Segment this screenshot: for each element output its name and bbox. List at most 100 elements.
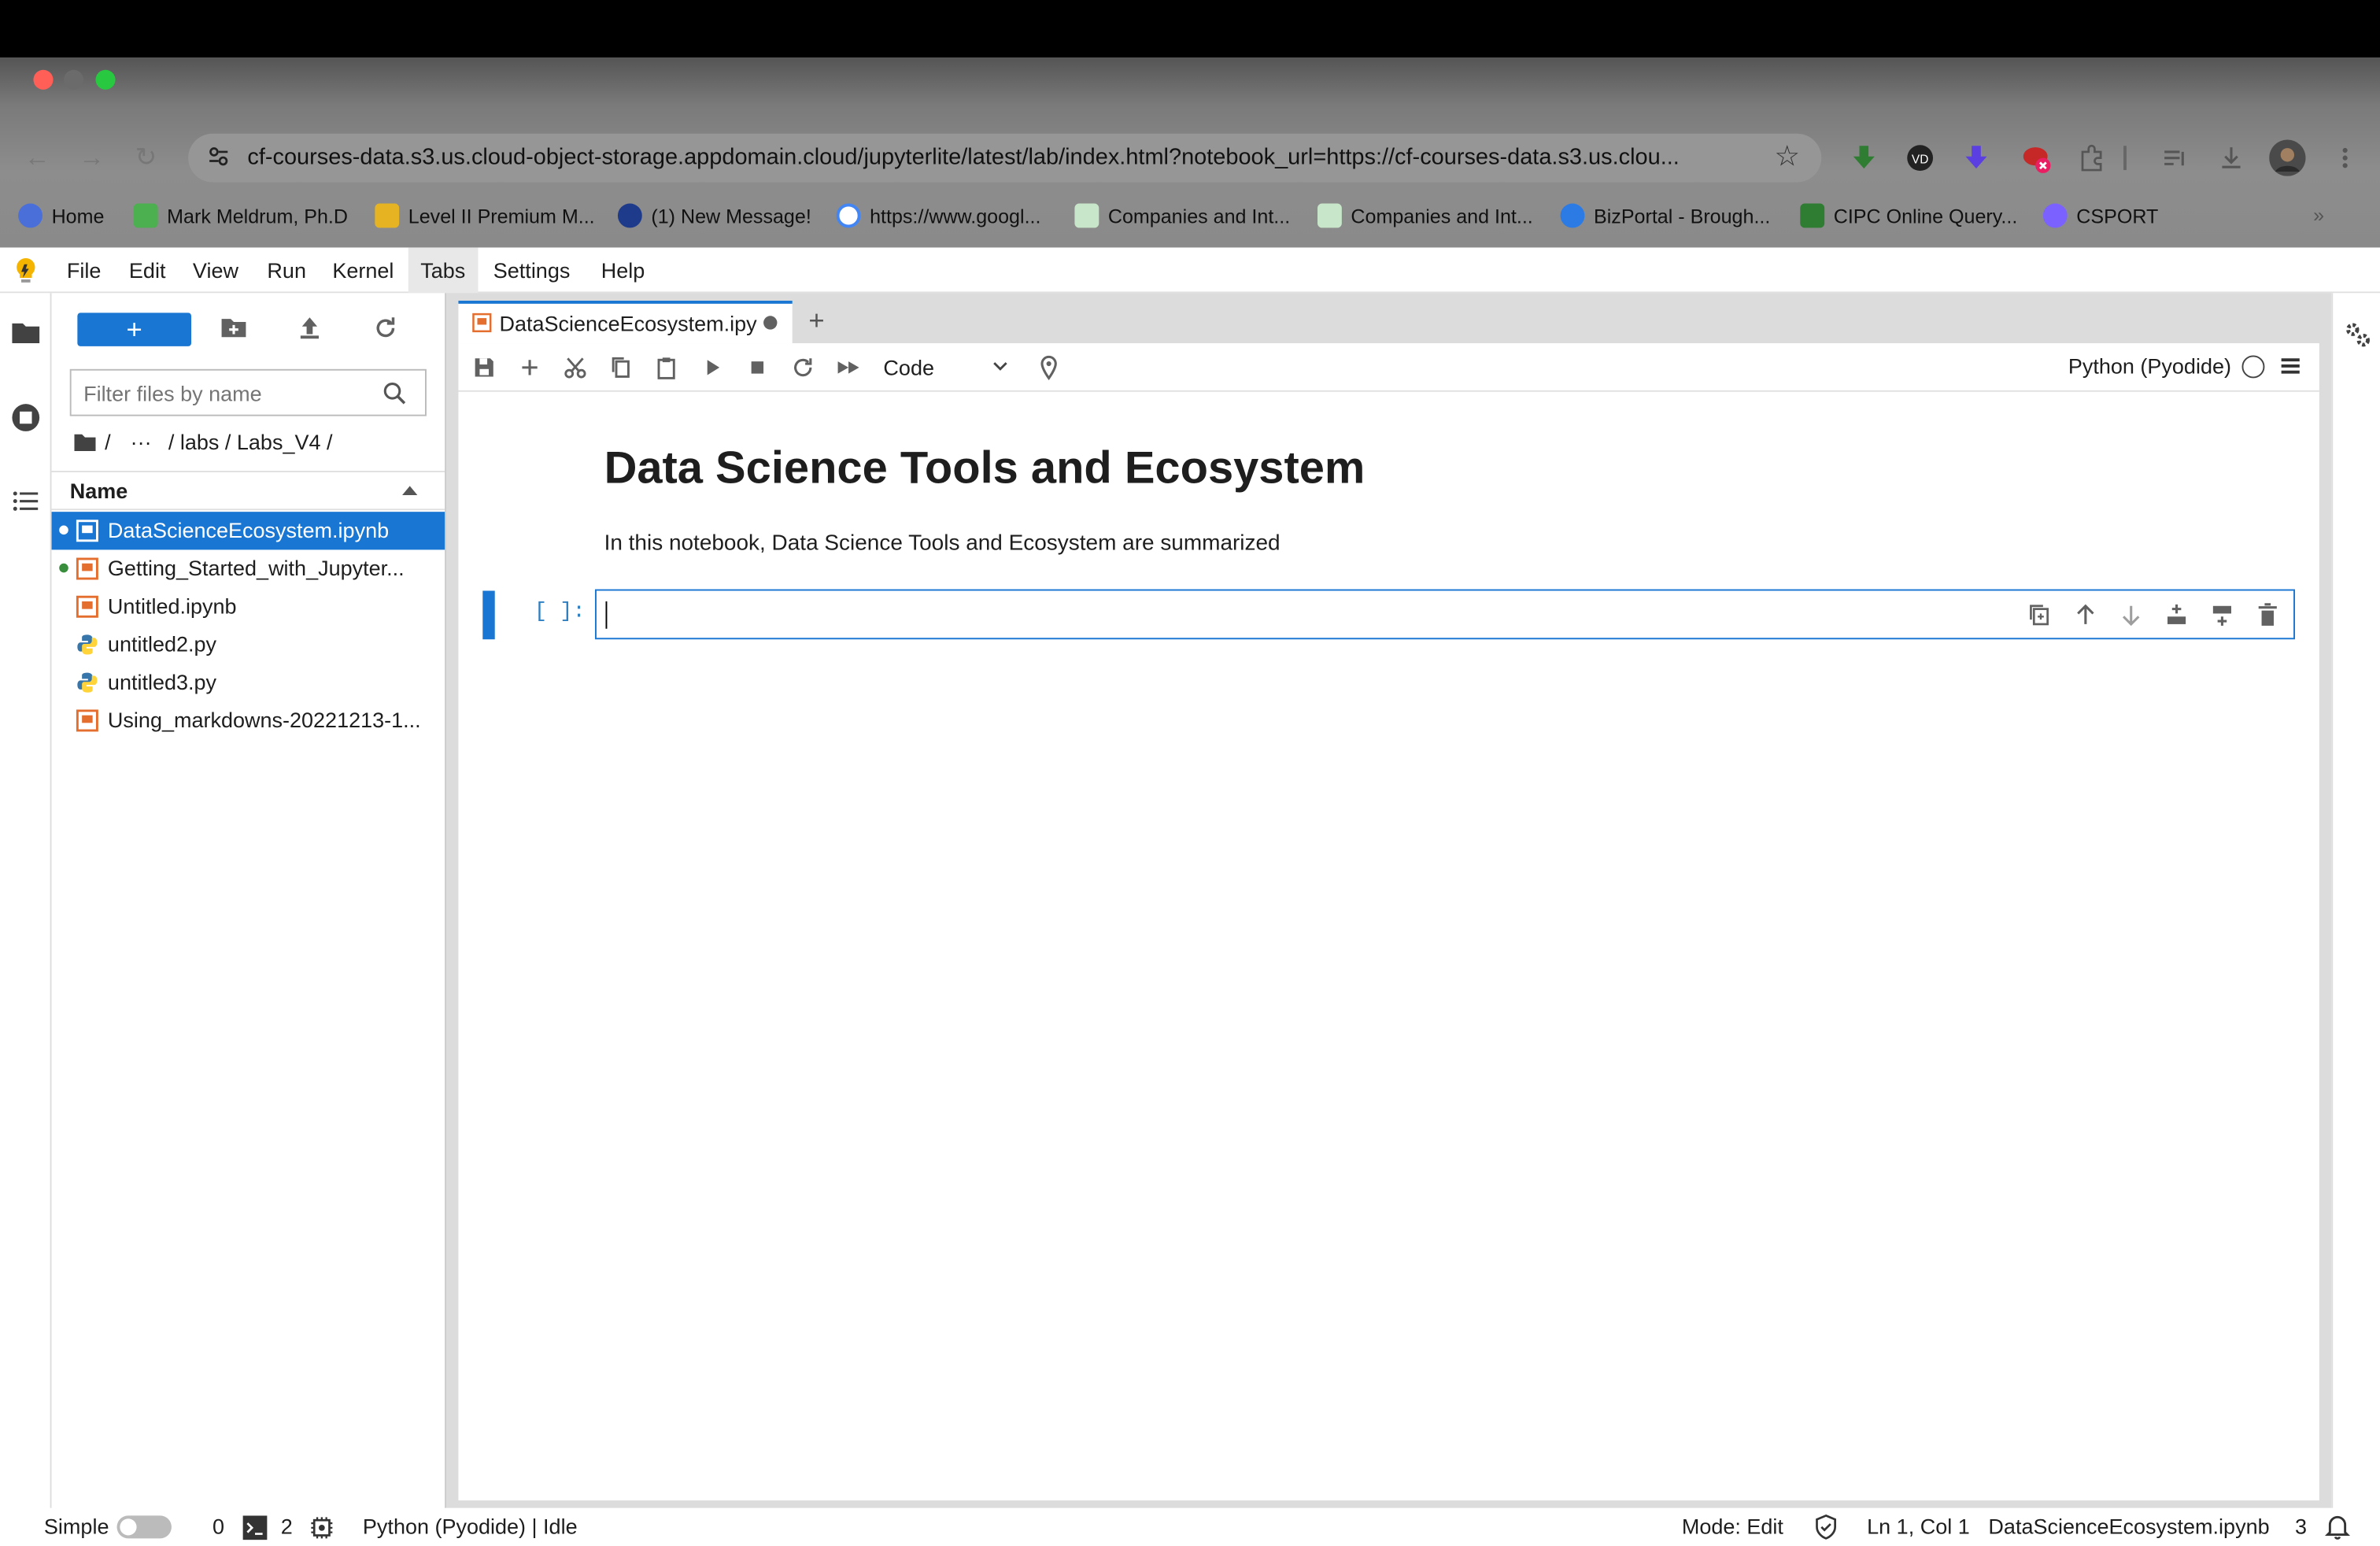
bookmark-companies-1[interactable]: Companies and Int... — [1074, 203, 1290, 228]
breadcrumb-path[interactable]: / labs / Labs_V4 / — [168, 430, 333, 454]
cursor-position[interactable]: Ln 1, Col 1 — [1867, 1514, 1970, 1538]
filter-files-input[interactable] — [71, 372, 368, 415]
browser-menu-icon[interactable] — [2338, 144, 2365, 172]
cut-icon[interactable] — [562, 354, 589, 382]
menu-file[interactable]: File — [54, 247, 113, 293]
more-bookmarks-chevron-icon[interactable]: » — [2313, 204, 2324, 227]
bookmark-cipc-query[interactable]: CIPC Online Query... — [1800, 203, 2017, 228]
delete-cell-icon[interactable] — [2254, 601, 2282, 629]
simple-mode-toggle[interactable] — [116, 1515, 172, 1539]
downloads-icon[interactable] — [2218, 144, 2245, 172]
restart-icon[interactable] — [789, 354, 817, 382]
property-inspector-gears-icon[interactable] — [2342, 319, 2373, 350]
filter-files-field[interactable] — [69, 368, 427, 416]
insert-above-icon[interactable] — [2163, 601, 2190, 629]
site-settings-icon[interactable] — [206, 144, 231, 168]
close-window-button[interactable] — [33, 69, 54, 90]
extensions-puzzle-icon[interactable] — [2078, 144, 2105, 172]
trusted-shield-icon[interactable] — [1814, 1514, 1839, 1540]
tab-label: DataScienceEcosystem.ipy — [499, 311, 757, 336]
code-cell-editor[interactable] — [594, 589, 2295, 640]
copy-icon[interactable] — [607, 354, 634, 382]
duplicate-cell-icon[interactable] — [2027, 601, 2054, 629]
csport-icon — [2042, 203, 2068, 228]
fast-forward-icon[interactable] — [835, 354, 863, 382]
file-item-getting-started[interactable]: Getting_Started_with_Jupyter... — [52, 549, 445, 587]
file-item-untitled2-py[interactable]: untitled2.py — [52, 626, 445, 664]
new-folder-icon[interactable] — [219, 313, 249, 343]
toggle-knob — [120, 1518, 137, 1536]
bookmark-home[interactable]: Home — [18, 203, 104, 228]
bell-icon[interactable] — [2324, 1513, 2352, 1540]
editor-mode[interactable]: Mode: Edit — [1682, 1514, 1783, 1538]
new-launcher-button[interactable]: + — [77, 313, 191, 346]
cell-type-select[interactable]: Code — [883, 351, 1014, 384]
menu-edit[interactable]: Edit — [116, 247, 177, 293]
move-down-icon[interactable] — [2117, 601, 2145, 629]
file-name: Using_markdowns-20221213-1... — [107, 708, 421, 732]
location-pin-icon[interactable] — [1035, 354, 1062, 382]
address-url[interactable]: cf-courses-data.s3.us.cloud-object-stora… — [247, 144, 1750, 170]
back-arrow-icon[interactable]: ← — [24, 142, 50, 173]
kernel-status-text[interactable]: Python (Pyodide) | Idle — [363, 1514, 578, 1538]
bookmark-google[interactable]: https://www.googl... — [836, 203, 1040, 228]
home-folder-icon[interactable] — [73, 431, 98, 453]
insert-cell-icon[interactable] — [516, 354, 544, 382]
run-icon[interactable] — [698, 354, 726, 382]
bookmark-star-icon[interactable]: ☆ — [1774, 139, 1800, 174]
stop-icon[interactable] — [744, 354, 771, 382]
active-cell-indicator — [482, 590, 495, 640]
bookmark-csport[interactable]: CSPORT — [2042, 203, 2158, 228]
purple-download-extension-icon[interactable] — [1963, 144, 1990, 172]
vidiq-extension-icon[interactable]: VD — [1906, 144, 1934, 172]
bookmark-bizportal[interactable]: BizPortal - Brough... — [1560, 203, 1770, 228]
breadcrumb-ellipsis[interactable]: ··· — [131, 430, 152, 454]
move-up-icon[interactable] — [2071, 601, 2099, 629]
new-tab-button[interactable]: + — [798, 304, 834, 340]
name-column-header[interactable]: Name — [51, 471, 445, 511]
download-extension-icon[interactable] — [1850, 144, 1878, 172]
notification-count[interactable]: 3 — [2295, 1514, 2307, 1538]
google-icon — [836, 203, 861, 228]
menu-run[interactable]: Run — [255, 247, 318, 293]
menu-view[interactable]: View — [180, 247, 250, 293]
hamburger-menu-icon[interactable] — [2280, 355, 2301, 376]
file-item-using-markdowns[interactable]: Using_markdowns-20221213-1... — [52, 701, 445, 739]
upload-icon[interactable] — [294, 313, 325, 343]
kernel-name[interactable]: Python (Pyodide) — [2068, 354, 2231, 379]
folder-icon[interactable] — [10, 319, 41, 350]
unsaved-changes-dot-icon[interactable] — [763, 316, 778, 330]
reading-list-icon[interactable] — [2161, 144, 2189, 172]
bookmark-mark-meldrum[interactable]: Mark Meldrum, Ph.D — [133, 203, 348, 228]
address-bar[interactable]: cf-courses-data.s3.us.cloud-object-stora… — [188, 133, 1822, 183]
bookmark-companies-2[interactable]: Companies and Int... — [1317, 203, 1533, 228]
top-black-bar — [0, 0, 2380, 58]
insert-below-icon[interactable] — [2208, 601, 2236, 629]
terminal-icon[interactable] — [242, 1515, 268, 1540]
paste-icon[interactable] — [652, 354, 680, 382]
menu-tabs[interactable]: Tabs — [408, 247, 478, 294]
file-item-untitled-ipynb[interactable]: Untitled.ipynb — [52, 588, 445, 626]
maximize-window-button[interactable] — [95, 69, 116, 90]
menu-settings[interactable]: Settings — [481, 247, 582, 293]
notebook-icon — [472, 313, 492, 333]
bookmark-new-message[interactable]: (1) New Message! — [617, 203, 811, 228]
reload-icon[interactable]: ↻ — [135, 142, 157, 173]
table-of-contents-icon[interactable] — [10, 486, 41, 516]
kernel-count[interactable]: 2 — [281, 1514, 293, 1538]
kernel-chip-icon[interactable] — [309, 1515, 334, 1540]
minimize-window-button[interactable] — [63, 69, 84, 90]
save-icon[interactable] — [471, 354, 498, 382]
menu-kernel[interactable]: Kernel — [320, 247, 406, 293]
terminal-count[interactable]: 0 — [213, 1514, 224, 1538]
tab-datascienceecosystem[interactable]: DataScienceEcosystem.ipy — [458, 300, 793, 344]
running-sessions-icon[interactable] — [10, 402, 41, 433]
menu-help[interactable]: Help — [589, 247, 656, 293]
refresh-icon[interactable] — [371, 313, 401, 343]
file-item-datascienceecosystem[interactable]: DataScienceEcosystem.ipynb — [51, 512, 445, 550]
bookmark-level-ii[interactable]: Level II Premium M... — [375, 203, 595, 228]
profile-avatar[interactable] — [2269, 139, 2306, 176]
file-item-untitled3-py[interactable]: untitled3.py — [52, 664, 445, 701]
forward-arrow-icon[interactable]: → — [79, 142, 105, 173]
cloud-error-extension-icon[interactable] — [2022, 144, 2051, 173]
